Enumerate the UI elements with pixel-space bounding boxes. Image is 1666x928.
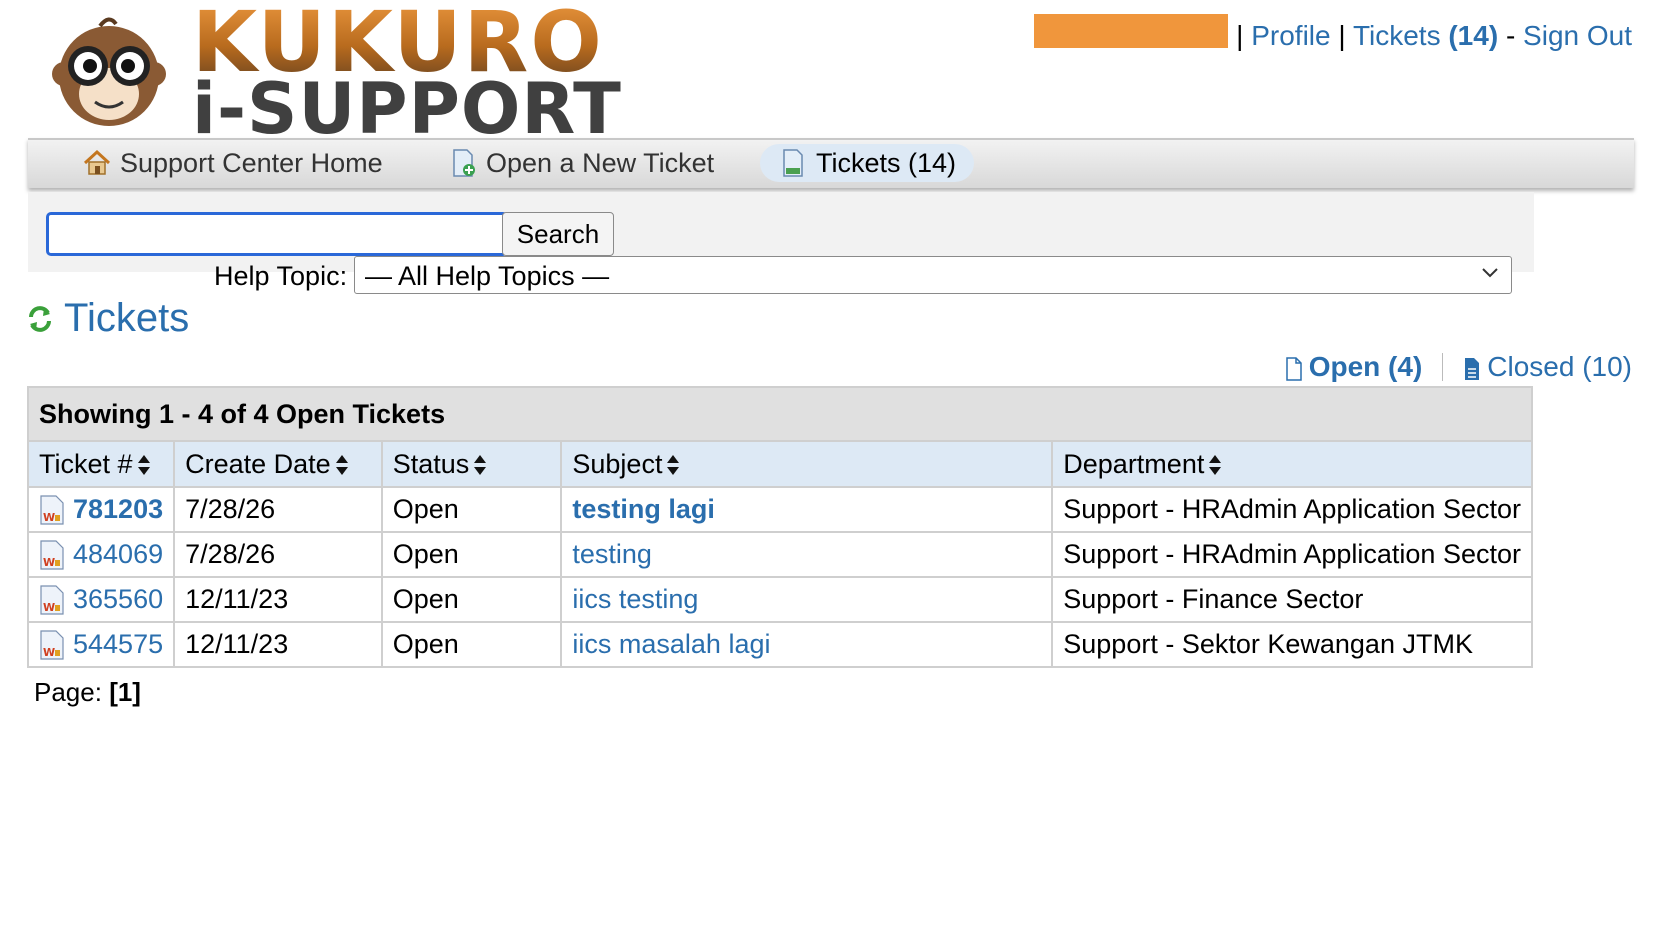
status-cell: Open <box>380 531 563 578</box>
nav-open-new-ticket[interactable]: Open a New Ticket <box>430 144 732 182</box>
document-outline-icon <box>1285 356 1302 381</box>
tickets-icon <box>783 149 803 177</box>
table-row: W 544575 12/11/23 Open iics masalah lagi… <box>26 621 1533 668</box>
table-caption: Showing 1 - 4 of 4 Open Tickets <box>27 386 1533 440</box>
svg-text:W: W <box>43 511 55 524</box>
ticket-number-link[interactable]: 365560 <box>73 584 163 615</box>
search-input[interactable] <box>46 212 508 256</box>
status-cell: Open <box>380 576 563 623</box>
refresh-icon[interactable] <box>26 305 54 333</box>
table-row: W 365560 12/11/23 Open iics testing Supp… <box>26 576 1533 623</box>
ticket-number-link[interactable]: 544575 <box>73 629 163 660</box>
nav-support-center-home[interactable]: Support Center Home <box>64 144 401 182</box>
profile-link[interactable]: Profile <box>1251 20 1330 51</box>
tickets-link-label: Tickets <box>1352 20 1441 51</box>
ticket-number-link[interactable]: 484069 <box>73 539 163 570</box>
ticket-web-icon: W <box>40 539 64 570</box>
nav-label: Tickets (14) <box>816 147 957 178</box>
monkey-mascot-icon <box>52 17 166 126</box>
sort-icon <box>335 455 348 476</box>
table-header-row: Ticket # Create Date Status Subject Depa… <box>26 440 1533 488</box>
account-links: | Profile | Tickets (14) - Sign Out <box>1034 14 1632 54</box>
new-ticket-icon <box>453 149 475 177</box>
create-date-cell: 12/11/23 <box>173 621 383 668</box>
main-nav: Support Center Home Open a New Ticket Ti… <box>28 138 1634 188</box>
department-cell: Support - Finance Sector <box>1051 576 1533 623</box>
help-topic-selected: — All Help Topics — <box>365 261 610 291</box>
page-title-text: Tickets <box>64 296 190 340</box>
nav-label: Support Center Home <box>120 147 383 178</box>
column-header-create-date[interactable]: Create Date <box>173 440 383 488</box>
chevron-down-icon <box>1482 268 1498 278</box>
home-icon <box>83 149 111 175</box>
create-date-cell: 7/28/26 <box>173 531 383 578</box>
tickets-link[interactable]: Tickets (14) <box>1353 20 1498 51</box>
column-header-status[interactable]: Status <box>380 440 563 488</box>
sort-icon <box>137 455 150 476</box>
filter-closed-label: Closed (10) <box>1487 351 1632 382</box>
ticket-web-icon: W <box>40 494 64 525</box>
subject-link[interactable]: testing lagi <box>572 494 715 524</box>
ticket-number-link[interactable]: 781203 <box>73 494 163 525</box>
logo-text-isupport: i-SUPPORT <box>192 68 622 150</box>
link-separator: | <box>1236 20 1244 51</box>
status-cell: Open <box>380 621 563 668</box>
svg-text:W: W <box>43 556 55 569</box>
department-cell: Support - HRAdmin Application Sector <box>1051 531 1533 578</box>
sort-icon <box>1209 455 1222 476</box>
filter-open-link[interactable]: Open (4) <box>1285 350 1423 384</box>
help-topic-select[interactable]: — All Help Topics — <box>354 256 1512 294</box>
help-topic-label: Help Topic: <box>214 261 348 291</box>
link-separator: | <box>1338 20 1346 51</box>
department-cell: Support - Sektor Kewangan JTMK <box>1051 621 1533 668</box>
user-name-box <box>1034 14 1229 48</box>
subject-link[interactable]: testing <box>572 539 652 569</box>
create-date-cell: 7/28/26 <box>173 486 383 533</box>
column-header-department[interactable]: Department <box>1051 440 1533 488</box>
nav-label: Open a New Ticket <box>486 147 715 178</box>
link-dash: - <box>1505 20 1516 51</box>
subject-link[interactable]: iics testing <box>572 584 698 614</box>
sort-icon <box>474 455 487 476</box>
table-row: W 484069 7/28/26 Open testing Support - … <box>26 531 1533 578</box>
tickets-table: Showing 1 - 4 of 4 Open Tickets Ticket #… <box>26 386 1533 668</box>
column-header-ticket[interactable]: Ticket # <box>26 440 176 488</box>
nav-tickets[interactable]: Tickets (14) <box>760 144 975 182</box>
create-date-cell: 12/11/23 <box>173 576 383 623</box>
svg-text:W: W <box>43 601 55 614</box>
document-filled-icon <box>1465 357 1480 380</box>
ticket-filters: Open (4) Closed (10) <box>1285 350 1632 384</box>
current-page: [1] <box>109 677 141 707</box>
tickets-count: (14) <box>1448 20 1499 51</box>
column-header-subject[interactable]: Subject <box>560 440 1054 488</box>
status-cell: Open <box>380 486 563 533</box>
filter-open-label: Open (4) <box>1308 351 1423 382</box>
pagination-label: Page: <box>34 677 102 707</box>
department-cell: Support - HRAdmin Application Sector <box>1051 486 1533 533</box>
pagination: Page: [1] <box>34 676 141 708</box>
site-logo[interactable]: KUKURO i-SUPPORT <box>28 0 648 144</box>
filter-separator <box>1442 353 1444 381</box>
sign-out-link[interactable]: Sign Out <box>1523 20 1632 51</box>
filter-closed-link[interactable]: Closed (10) <box>1463 350 1632 384</box>
search-button[interactable]: Search <box>502 212 614 256</box>
sort-icon <box>667 455 680 476</box>
page-title: Tickets <box>26 296 189 341</box>
ticket-web-icon: W <box>40 584 64 615</box>
subject-link[interactable]: iics masalah lagi <box>572 629 770 659</box>
svg-text:W: W <box>43 646 55 659</box>
table-row: W 781203 7/28/26 Open testing lagi Suppo… <box>26 486 1533 533</box>
ticket-web-icon: W <box>40 629 64 660</box>
